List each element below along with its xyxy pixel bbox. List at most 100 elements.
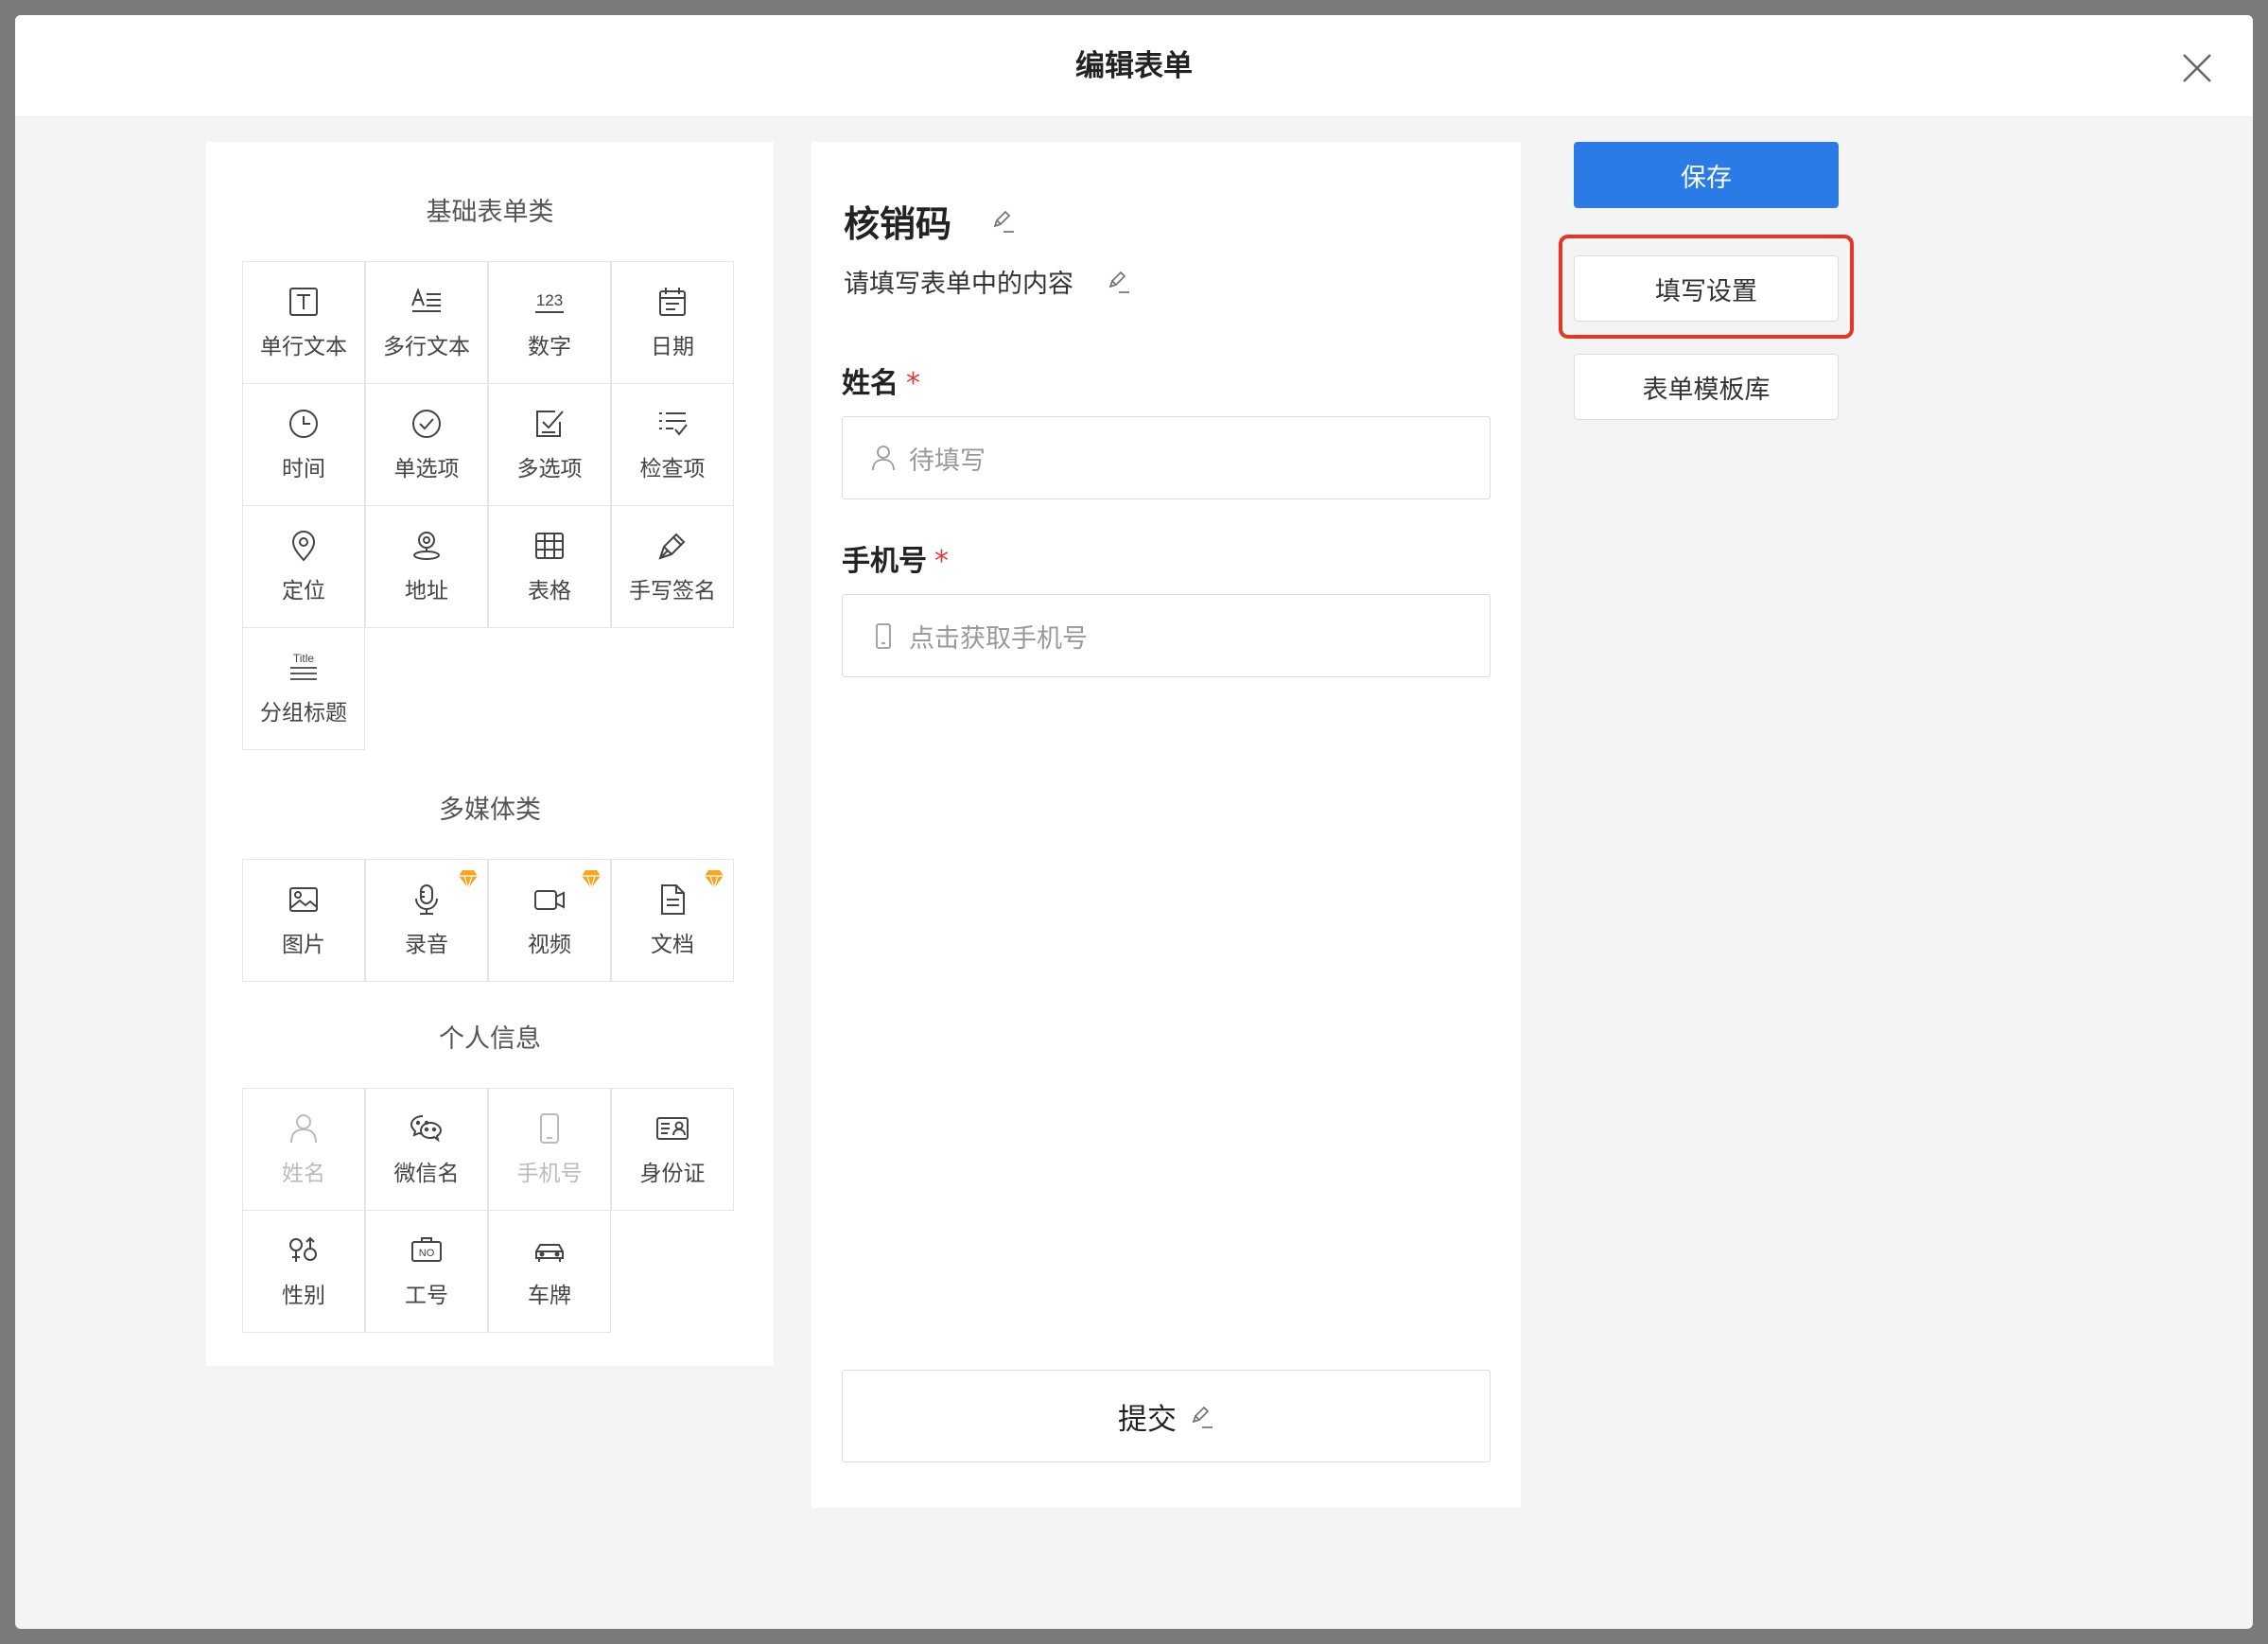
section-title-personal: 个人信息 — [439, 1024, 541, 1054]
field-label: 文档 — [651, 933, 694, 957]
radio-check-icon — [410, 407, 444, 441]
field-single-choice[interactable]: 单选项 — [365, 383, 488, 506]
field-phone[interactable]: 手机号 — [488, 1088, 611, 1211]
form-preview: 核销码 请填写表单中的内容 姓名 * 待填写 手机号 * 点击获取手机号 提交 — [811, 142, 1521, 1508]
field-label: 车牌 — [528, 1284, 571, 1308]
clock-icon — [287, 407, 321, 441]
svg-text:Title: Title — [293, 652, 315, 665]
template-library-button[interactable]: 表单模板库 — [1574, 354, 1839, 420]
phone-icon — [532, 1111, 567, 1146]
media-field-grid: 图片 录音 视频 文档 — [242, 859, 736, 982]
field-number[interactable]: 123 数字 — [488, 261, 611, 384]
field-palette: 基础表单类 单行文本 多行文本 123 数字 日期 时间 单选项 多选项 检查项… — [206, 142, 774, 1366]
phone-label-text: 手机号 — [842, 545, 927, 578]
field-group-title[interactable]: Title 分组标题 — [242, 627, 365, 750]
field-label: 多选项 — [516, 457, 583, 481]
field-label: 录音 — [405, 933, 448, 957]
section-title-basic: 基础表单类 — [426, 198, 554, 227]
required-mark: * — [906, 367, 920, 400]
field-checklist[interactable]: 检查项 — [611, 383, 734, 506]
field-label: 视频 — [528, 933, 571, 957]
name-placeholder: 待填写 — [909, 446, 986, 476]
field-label: 手写签名 — [629, 579, 716, 603]
location-pin-icon — [287, 529, 321, 563]
checklist-icon — [655, 407, 689, 441]
field-label: 姓名 — [282, 1162, 325, 1186]
field-multi-choice[interactable]: 多选项 — [488, 383, 611, 506]
field-employee-no[interactable]: NO 工号 — [365, 1210, 488, 1333]
field-id-card[interactable]: 身份证 — [611, 1088, 734, 1211]
wechat-icon — [410, 1111, 444, 1146]
field-label: 工号 — [405, 1284, 448, 1308]
calendar-icon — [655, 285, 689, 319]
group-title-icon: Title — [287, 651, 321, 685]
field-address[interactable]: 地址 — [365, 505, 488, 628]
field-date[interactable]: 日期 — [611, 261, 734, 384]
field-single-text[interactable]: 单行文本 — [242, 261, 365, 384]
field-label: 手机号 — [516, 1162, 583, 1186]
form-title[interactable]: 核销码 — [844, 195, 951, 247]
field-label: 多行文本 — [383, 335, 470, 359]
form-description[interactable]: 请填写表单中的内容 — [844, 263, 1073, 300]
edit-icon[interactable] — [1186, 1402, 1214, 1430]
field-label: 单选项 — [393, 457, 460, 481]
employee-no-icon: NO — [410, 1233, 444, 1268]
submit-button[interactable]: 提交 — [842, 1370, 1491, 1462]
field-label: 身份证 — [639, 1162, 706, 1186]
id-card-icon — [655, 1111, 689, 1146]
field-location[interactable]: 定位 — [242, 505, 365, 628]
table-icon — [532, 529, 567, 563]
field-label: 分组标题 — [260, 701, 347, 726]
svg-text:123: 123 — [536, 291, 563, 309]
close-icon[interactable] — [2178, 49, 2216, 87]
text-single-icon — [287, 285, 321, 319]
field-document[interactable]: 文档 — [611, 859, 734, 982]
save-button[interactable]: 保存 — [1574, 142, 1839, 208]
address-icon — [410, 529, 444, 563]
phone-placeholder: 点击获取手机号 — [909, 623, 1088, 654]
field-wechat-name[interactable]: 微信名 — [365, 1088, 488, 1211]
personal-field-grid: 姓名 微信名 手机号 身份证 性别 NO 工号 车牌 — [242, 1088, 736, 1333]
phone-icon — [869, 621, 898, 650]
field-name[interactable]: 姓名 — [242, 1088, 365, 1211]
name-label-text: 姓名 — [842, 367, 898, 400]
number-icon: 123 — [532, 285, 567, 319]
edit-icon[interactable] — [1103, 267, 1129, 293]
section-title-media: 多媒体类 — [439, 796, 541, 825]
car-icon — [532, 1233, 567, 1268]
field-label: 地址 — [405, 579, 448, 603]
phone-field-label: 手机号 * — [842, 537, 949, 579]
pen-icon — [655, 529, 689, 563]
checkbox-icon — [532, 407, 567, 441]
basic-field-grid: 单行文本 多行文本 123 数字 日期 时间 单选项 多选项 检查项 定位 地址… — [242, 261, 736, 750]
modal-title: 编辑表单 — [1075, 49, 1193, 83]
field-audio[interactable]: 录音 — [365, 859, 488, 982]
field-label: 性别 — [282, 1284, 325, 1308]
name-field-label: 姓名 * — [842, 359, 920, 401]
fill-settings-button[interactable]: 填写设置 — [1574, 255, 1839, 322]
phone-input[interactable]: 点击获取手机号 — [842, 594, 1491, 677]
field-label: 图片 — [282, 933, 325, 957]
edit-icon[interactable] — [987, 206, 1016, 235]
required-mark: * — [934, 545, 949, 578]
vip-diamond-icon — [457, 867, 480, 891]
field-label: 定位 — [282, 579, 325, 603]
svg-text:NO: NO — [419, 1248, 435, 1259]
field-video[interactable]: 视频 — [488, 859, 611, 982]
field-gender[interactable]: 性别 — [242, 1210, 365, 1333]
field-signature[interactable]: 手写签名 — [611, 505, 734, 628]
field-image[interactable]: 图片 — [242, 859, 365, 982]
gender-icon — [287, 1233, 321, 1268]
field-multi-text[interactable]: 多行文本 — [365, 261, 488, 384]
field-table[interactable]: 表格 — [488, 505, 611, 628]
field-license-plate[interactable]: 车牌 — [488, 1210, 611, 1333]
vip-diamond-icon — [580, 867, 602, 891]
field-label: 日期 — [651, 335, 694, 359]
field-label: 检查项 — [639, 457, 706, 481]
field-time[interactable]: 时间 — [242, 383, 365, 506]
microphone-icon — [410, 883, 444, 917]
user-icon — [287, 1111, 321, 1146]
field-label: 微信名 — [393, 1162, 460, 1186]
user-icon — [869, 444, 898, 472]
name-input[interactable]: 待填写 — [842, 416, 1491, 499]
